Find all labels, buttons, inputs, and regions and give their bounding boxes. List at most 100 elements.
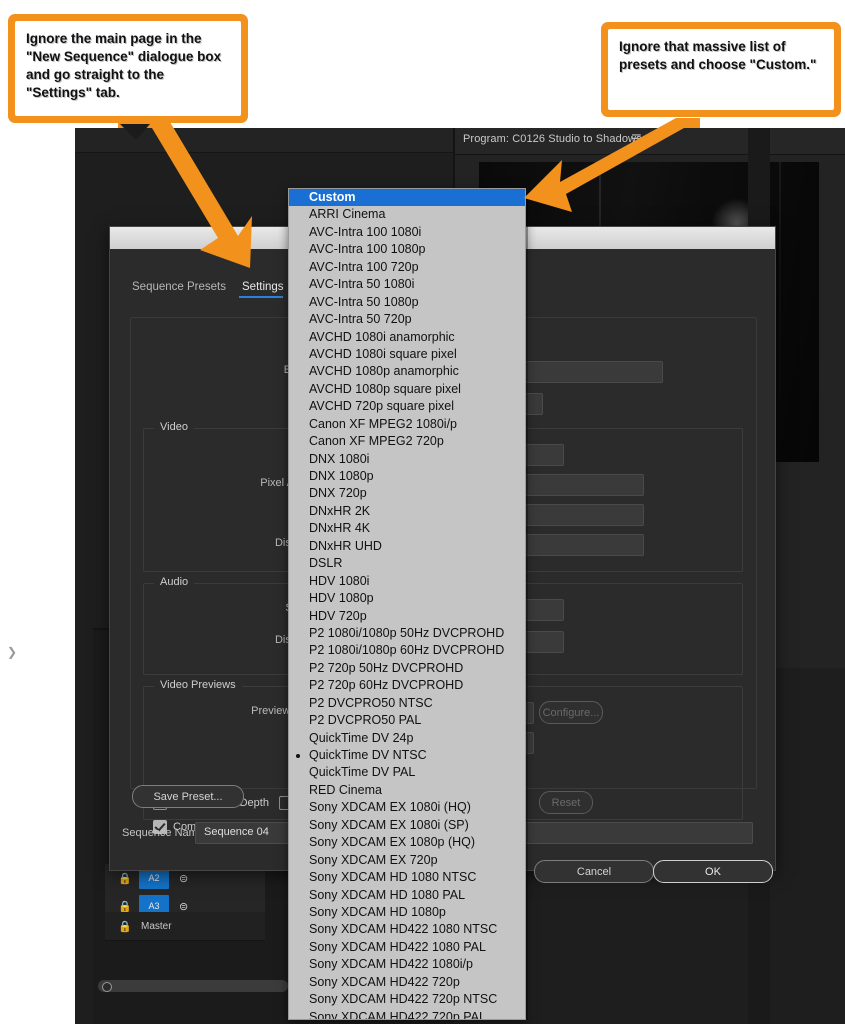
preset-menu-item[interactable]: DSLR [289, 555, 525, 572]
preset-menu-item[interactable]: Canon XF MPEG2 1080i/p [289, 416, 525, 433]
preset-menu-item[interactable]: P2 DVCPRO50 PAL [289, 712, 525, 729]
preset-menu-item-label: Sony XDCAM HD 1080 PAL [309, 887, 466, 902]
preset-menu-item-label: P2 1080i/1080p 60Hz DVCPROHD [309, 643, 505, 658]
preset-menu-item[interactable]: AVC-Intra 100 1080i [289, 224, 525, 241]
preset-menu-item[interactable]: DNX 1080i [289, 451, 525, 468]
program-monitor-tabbar[interactable]: Program: C0126 Studio to Shadows ☰ [455, 128, 845, 155]
lock-icon[interactable]: 🔒 [117, 900, 133, 913]
preset-menu-item[interactable]: AVCHD 1080p anamorphic [289, 363, 525, 380]
preset-menu-item[interactable]: P2 720p 60Hz DVCPROHD [289, 677, 525, 694]
preset-menu-item[interactable]: Sony XDCAM HD 1080p [289, 904, 525, 921]
preset-menu-item[interactable]: AVC-Intra 100 720p [289, 259, 525, 276]
left-panel-tabbar [75, 128, 453, 153]
tab-settings[interactable]: Settings [239, 281, 284, 298]
preset-menu-item-label: P2 720p 60Hz DVCPROHD [309, 678, 464, 693]
preset-menu-item-label: Sony XDCAM EX 720p [309, 852, 438, 867]
preset-menu-item-label: AVCHD 1080i square pixel [309, 346, 457, 361]
preset-menu-item[interactable]: Sony XDCAM HD422 1080 PAL [289, 939, 525, 956]
preset-menu-item[interactable]: AVC-Intra 100 1080p [289, 241, 525, 258]
preset-menu-item[interactable]: Sony XDCAM HD422 720p NTSC [289, 991, 525, 1008]
preset-menu-item[interactable]: Sony XDCAM HD 1080 NTSC [289, 869, 525, 886]
preset-menu-item-label: Canon XF MPEG2 1080i/p [309, 416, 457, 431]
preset-menu-item[interactable]: AVC-Intra 50 720p [289, 311, 525, 328]
save-preset-button[interactable]: Save Preset... [132, 785, 244, 808]
preset-menu-item[interactable]: RED Cinema [289, 782, 525, 799]
preset-menu-item-label: HDV 720p [309, 608, 367, 623]
ok-button[interactable]: OK [653, 860, 773, 883]
sync-lock-icon[interactable]: ⊜ [179, 872, 188, 885]
preset-menu-item[interactable]: HDV 1080p [289, 590, 525, 607]
preset-menu-item[interactable]: QuickTime DV PAL [289, 764, 525, 781]
preset-menu-item[interactable]: HDV 1080i [289, 573, 525, 590]
preset-menu-item-label: AVCHD 1080p square pixel [309, 381, 461, 396]
preset-menu-item-label: DNX 720p [309, 486, 367, 501]
preset-menu-item[interactable]: AVCHD 1080i anamorphic [289, 329, 525, 346]
preset-menu-item-label: Sony XDCAM HD422 720p PAL [309, 1009, 486, 1020]
video-light-streak-2 [779, 162, 781, 462]
preset-menu-item-label: P2 720p 50Hz DVCPROHD [309, 660, 464, 675]
preset-menu-item-label: Sony XDCAM HD422 1080i/p [309, 957, 473, 972]
configure-button[interactable]: Configure... [539, 701, 603, 724]
preset-menu-item[interactable]: DNX 1080p [289, 468, 525, 485]
reset-button[interactable]: Reset [539, 791, 593, 814]
preset-menu-item[interactable]: Custom [289, 189, 525, 207]
preset-menu-item-label: AVC-Intra 50 720p [309, 312, 412, 327]
preset-menu-item-label: QuickTime DV 24p [309, 730, 414, 745]
preset-menu-item[interactable]: ARRI Cinema [289, 206, 525, 223]
preset-menu-item[interactable]: AVCHD 720p square pixel [289, 398, 525, 415]
annotation-callout-right-inner: Ignore that massive list of presets and … [608, 29, 834, 110]
preset-menu-item[interactable]: AVCHD 1080p square pixel [289, 381, 525, 398]
preset-dropdown-menu[interactable]: Custom ARRI Cinema AVC-Intra 100 1080i AVC-… [288, 188, 526, 1020]
timeline-track-master[interactable]: 🔒 Master [105, 912, 265, 941]
preset-menu-item[interactable]: Sony XDCAM EX 1080p (HQ) [289, 834, 525, 851]
sync-lock-icon[interactable]: ⊜ [179, 900, 188, 913]
preset-menu-item-label: DNX 1080p [309, 469, 374, 483]
cancel-button[interactable]: Cancel [534, 860, 654, 883]
preset-menu-item[interactable]: Sony XDCAM HD422 1080 NTSC [289, 921, 525, 938]
lock-icon[interactable]: 🔒 [117, 920, 133, 933]
preset-menu-item[interactable]: P2 1080i/1080p 50Hz DVCPROHD [289, 625, 525, 642]
preset-menu-item-label: AVCHD 720p square pixel [309, 399, 454, 414]
annotation-callout-right: Ignore that massive list of presets and … [601, 22, 841, 117]
preset-menu-item[interactable]: DNxHR UHD [289, 538, 525, 555]
annotation-callout-left: Ignore the main page in the "New Sequenc… [8, 14, 248, 123]
preset-menu-item[interactable]: DNX 720p [289, 485, 525, 502]
preset-menu-item-label: DNxHR UHD [309, 538, 382, 553]
program-monitor-tab-label[interactable]: Program: C0126 Studio to Shadows [463, 133, 642, 145]
preset-menu-item[interactable]: Sony XDCAM HD422 1080i/p [289, 956, 525, 973]
preset-menu-item[interactable]: P2 1080i/1080p 60Hz DVCPROHD [289, 642, 525, 659]
preset-menu-item[interactable]: AVCHD 1080i square pixel [289, 346, 525, 363]
preset-menu-item-label: AVC-Intra 50 1080p [309, 294, 419, 309]
timeline-zoom-handle[interactable] [102, 982, 112, 992]
lock-icon[interactable]: 🔒 [117, 872, 133, 885]
preset-menu-item[interactable]: QuickTime DV NTSC [289, 747, 525, 764]
preset-menu-item[interactable]: Sony XDCAM HD422 720p PAL [289, 1009, 525, 1020]
preset-menu-item[interactable]: Sony XDCAM HD422 720p [289, 974, 525, 991]
preset-menu-item[interactable]: HDV 720p [289, 608, 525, 625]
screenshot-root: Program: C0126 Studio to Shadows ☰ ❯ 23 … [0, 0, 845, 1024]
preset-menu-item[interactable]: DNxHR 2K [289, 503, 525, 520]
preset-menu-item-label: Canon XF MPEG2 720p [309, 434, 444, 449]
preset-menu-item[interactable]: QuickTime DV 24p [289, 730, 525, 747]
timeline-scrollbar[interactable] [98, 980, 288, 992]
annotation-callout-left-text: Ignore the main page in the "New Sequenc… [26, 31, 222, 100]
preset-menu-item-label: QuickTime DV NTSC [309, 748, 427, 762]
preset-menu-item-label: Custom [309, 190, 356, 204]
preset-menu-item-label: AVC-Intra 100 1080p [309, 242, 426, 257]
tab-sequence-presets[interactable]: Sequence Presets [132, 281, 226, 293]
preset-menu-item[interactable]: Sony XDCAM EX 720p [289, 852, 525, 869]
preset-menu-item[interactable]: DNxHR 4K [289, 520, 525, 537]
preset-menu-item[interactable]: Sony XDCAM HD 1080 PAL [289, 887, 525, 904]
preset-menu-item[interactable]: Sony XDCAM EX 1080i (HQ) [289, 799, 525, 816]
chevron-right-icon[interactable]: ❯ [7, 645, 17, 659]
preset-menu-item[interactable]: P2 DVCPRO50 NTSC [289, 695, 525, 712]
preset-menu-item[interactable]: Canon XF MPEG2 720p [289, 433, 525, 450]
preset-menu-item[interactable]: P2 720p 50Hz DVCPROHD [289, 660, 525, 677]
preset-menu-item[interactable]: AVC-Intra 50 1080i [289, 276, 525, 293]
preset-menu-item[interactable]: Sony XDCAM EX 1080i (SP) [289, 817, 525, 834]
annotation-callout-right-text: Ignore that massive list of presets and … [619, 39, 817, 72]
preset-menu-item[interactable]: AVC-Intra 50 1080p [289, 294, 525, 311]
preset-menu-item-label: Sony XDCAM HD422 720p [309, 974, 460, 989]
annotation-callout-left-inner: Ignore the main page in the "New Sequenc… [15, 21, 241, 116]
hamburger-menu-icon[interactable]: ☰ [631, 133, 643, 145]
